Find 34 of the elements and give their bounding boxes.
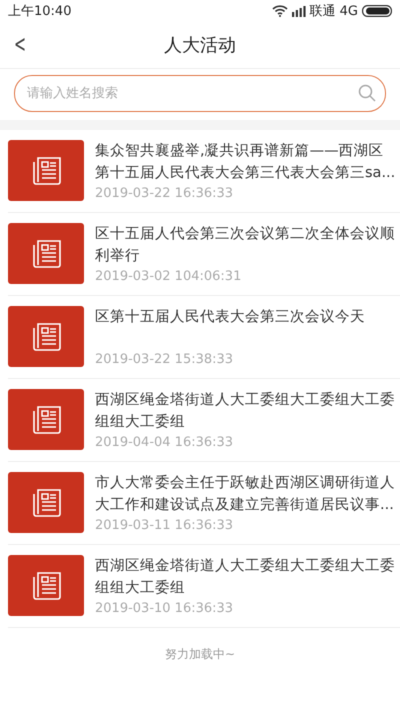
newspaper-icon: [30, 404, 62, 436]
wifi-icon: [272, 5, 288, 17]
article-date: 2019-03-10 16:36:33: [95, 601, 234, 616]
search-icon[interactable]: [358, 84, 376, 102]
article-title: 市人大常委会主任于跃敏赴西湖区调研街道人大工作和建设试点及建立完善街道居民议事...: [95, 474, 396, 515]
article-item[interactable]: 区十五届人代会第三次会议第二次全体会议顺利举行 2019-03-02 104:06:31: [8, 213, 400, 296]
battery-icon: [362, 5, 392, 17]
newspaper-icon: [30, 320, 62, 352]
article-item[interactable]: 区第十五届人民代表大会第三次会议今天 2019-03-22 15:38:33: [8, 296, 400, 379]
article-date: 2019-03-11 16:36:33: [95, 518, 234, 533]
article-item[interactable]: 西湖区绳金塔街道人大工委组大工委组大工委组组大工委组 2019-03-10 16:36:33: [8, 545, 400, 628]
article-date: 2019-03-02 104:06:31: [95, 269, 242, 284]
newspaper-icon: [30, 486, 62, 518]
newspaper-icon: [30, 238, 62, 270]
article-item[interactable]: 集众智共襄盛举,凝共识再谱新篇——西湖区第十五届人民代表大会第三代表大会第三sa... 2019-03-22 16:36:33: [8, 130, 400, 213]
carrier-label: 联通 4G: [310, 3, 358, 20]
newspaper-icon: [30, 154, 62, 186]
page-title: 人大活动: [164, 34, 236, 57]
back-button[interactable]: <: [12, 30, 28, 58]
article-item[interactable]: 西湖区绳金塔街道人大工委组大工委组大工委组组大工委组 2019-04-04 16:36:33: [8, 379, 400, 462]
article-title: 区十五届人代会第三次会议第二次全体会议顺利举行: [95, 224, 396, 266]
article-item[interactable]: 市人大常委会主任于跃敏赴西湖区调研街道人大工作和建设试点及建立完善街道居民议事... 2019-03-11 16:36:33: [8, 462, 400, 545]
signal-icon: [292, 6, 306, 16]
article-date: 2019-03-22 15:38:33: [95, 352, 234, 367]
article-title: 西湖区绳金塔街道人大工委组大工委组大工委组组大工委组: [95, 390, 396, 432]
article-date: 2019-03-22 16:36:33: [95, 186, 234, 201]
status-time: 上午10:40: [8, 3, 72, 20]
loading-text: 努力加载中~: [164, 646, 236, 663]
newspaper-icon: [30, 570, 62, 602]
article-title: 西湖区绳金塔街道人大工委组大工委组大工委组组大工委组: [95, 556, 396, 598]
article-title: 集众智共襄盛举,凝共识再谱新篇——西湖区第十五届人民代表大会第三代表大会第三sa...: [95, 142, 396, 183]
article-date: 2019-04-04 16:36:33: [95, 435, 234, 450]
article-title: 区第十五届人民代表大会第三次会议今天: [95, 308, 366, 327]
search-field[interactable]: 请输入姓名搜索: [14, 75, 386, 112]
